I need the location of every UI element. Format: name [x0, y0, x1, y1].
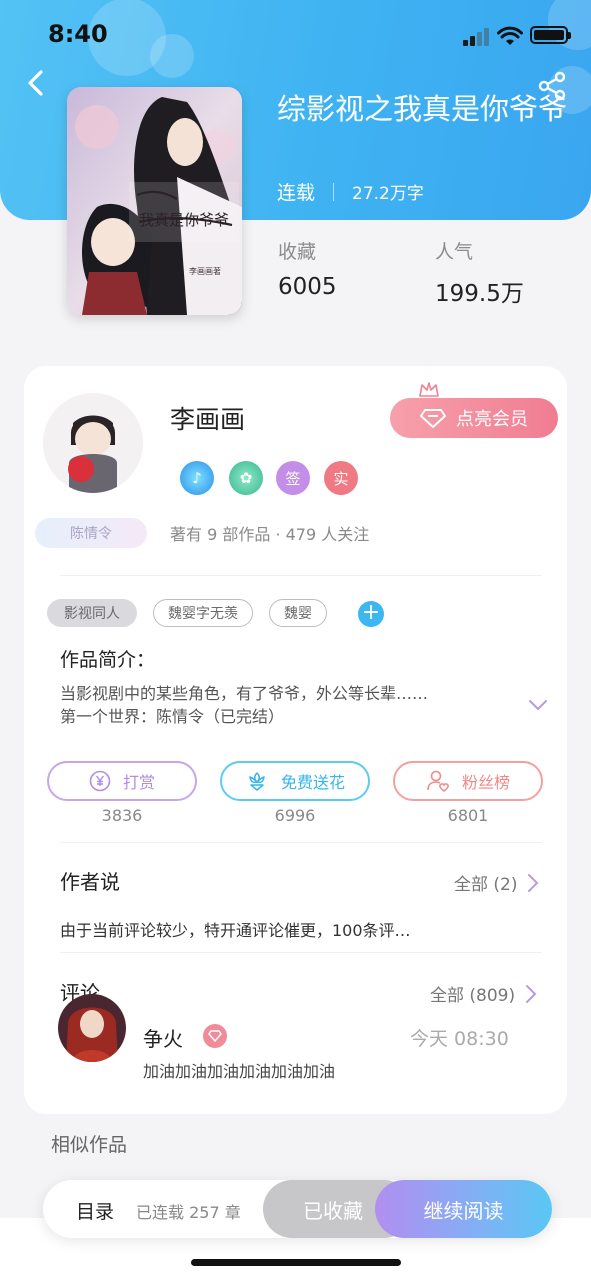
fans-ranking-button[interactable]: 粉丝榜	[393, 761, 543, 801]
comments-more[interactable]: 全部 (809)	[430, 981, 537, 1006]
handshake-medal-icon[interactable]: ✿	[229, 461, 263, 495]
book-cover[interactable]: 我真是你爷爷 李画画著	[67, 87, 242, 315]
reward-button[interactable]: 打赏	[47, 761, 197, 801]
chevron-right-icon	[526, 984, 537, 1003]
stat-label: 人气	[435, 241, 474, 263]
intro-heading: 作品简介：	[60, 649, 156, 671]
divider	[60, 842, 542, 843]
send-flower-label: 免费送花	[280, 773, 345, 792]
diamond-icon	[420, 409, 446, 428]
stat-value: 6005	[278, 274, 337, 300]
divider	[60, 575, 542, 576]
stat-favorites: 收藏 6005	[278, 237, 337, 300]
author-says-more-label: 全部 (2)	[454, 875, 518, 895]
status-time: 8:40	[48, 20, 108, 48]
back-icon[interactable]	[22, 68, 52, 98]
fans-ranking-label: 粉丝榜	[461, 773, 510, 792]
book-meta: 连载 27.2万字	[277, 178, 424, 205]
vip-diamond-icon	[203, 1024, 227, 1048]
commenter-avatar[interactable]	[58, 994, 126, 1062]
verified-medal-icon[interactable]: 实	[324, 461, 358, 495]
vip-button-label: 点亮会员	[456, 409, 528, 430]
cover-illustration: 我真是你爷爷 李画画著	[67, 87, 242, 315]
intro-text[interactable]: 当影视剧中的某些角色，有了爷爷，外公等长辈…… 第一个世界：陈情令（已完结）	[60, 682, 428, 728]
author-works-summary: 著有 9 部作品 · 479 人关注	[170, 525, 370, 544]
chevron-down-icon[interactable]	[528, 698, 548, 712]
comment-time: 今天 08:30	[410, 1028, 509, 1050]
author-name[interactable]: 李画画	[170, 400, 245, 436]
author-avatar[interactable]	[43, 393, 143, 493]
intro-line: 当影视剧中的某些角色，有了爷爷，外公等长辈……	[60, 684, 429, 703]
stat-label: 收藏	[278, 241, 317, 263]
battery-icon	[530, 26, 571, 44]
book-word-count: 27.2万字	[352, 184, 424, 204]
commenter-name[interactable]: 争火	[143, 1023, 183, 1052]
book-title: 综影视之我真是你爷爷	[277, 92, 568, 126]
avatar-illustration	[43, 393, 143, 493]
sign-medal-icon[interactable]: 签	[276, 461, 310, 495]
music-medal-icon[interactable]: ♪	[180, 461, 214, 495]
add-tag-button[interactable]: +	[358, 601, 384, 627]
svg-text:我真是你爷爷: 我真是你爷爷	[139, 211, 229, 229]
chapter-count: 已连载 257 章	[136, 1203, 241, 1222]
tag-item[interactable]: 影视同人	[47, 599, 137, 627]
author-says-text[interactable]: 由于当前评论较少，特开通评论催更，100条评…	[60, 917, 411, 941]
intro-line: 第一个世界：陈情令（已完结）	[60, 707, 285, 726]
status-bar: 8:40	[0, 0, 591, 70]
stat-value: 199.5万	[435, 281, 524, 307]
reward-count: 3836	[101, 806, 143, 825]
flower-icon	[249, 772, 265, 791]
svg-text:李画画著: 李画画著	[189, 266, 221, 276]
meta-divider	[333, 182, 335, 201]
toc-button[interactable]: 目录	[76, 1197, 114, 1224]
tag-item[interactable]: 魏婴字无羡	[153, 599, 253, 627]
fan-badge: 陈情令	[35, 518, 147, 548]
book-status: 连载	[277, 182, 316, 204]
vip-button[interactable]: 点亮会员	[390, 398, 558, 438]
comment-text[interactable]: 加油加油加油加油加油加油	[143, 1058, 335, 1082]
flower-count: 6996	[274, 806, 316, 825]
chevron-right-icon	[528, 873, 539, 892]
crown-icon	[419, 382, 439, 397]
reward-label: 打赏	[122, 773, 155, 792]
home-indicator[interactable]	[191, 1259, 401, 1266]
fans-count: 6801	[447, 806, 489, 825]
fans-icon	[427, 770, 449, 792]
yuan-icon	[89, 770, 111, 792]
wifi-icon	[497, 26, 523, 45]
author-says-heading: 作者说	[60, 870, 120, 894]
similar-works-heading: 相似作品	[51, 1134, 128, 1156]
send-flower-button[interactable]: 免费送花	[220, 761, 370, 801]
comments-more-label: 全部 (809)	[430, 986, 516, 1006]
commenter-avatar-illustration	[58, 994, 126, 1062]
continue-reading-button[interactable]: 继续阅读	[375, 1180, 552, 1238]
signal-icon	[463, 28, 491, 46]
bottom-action-bar: 目录 已连载 257 章 已收藏 继续阅读	[43, 1180, 552, 1238]
tag-item[interactable]: 魏婴	[269, 599, 327, 627]
divider	[60, 952, 542, 953]
author-says-more[interactable]: 全部 (2)	[454, 870, 539, 895]
stat-popularity: 人气 199.5万	[435, 237, 524, 308]
